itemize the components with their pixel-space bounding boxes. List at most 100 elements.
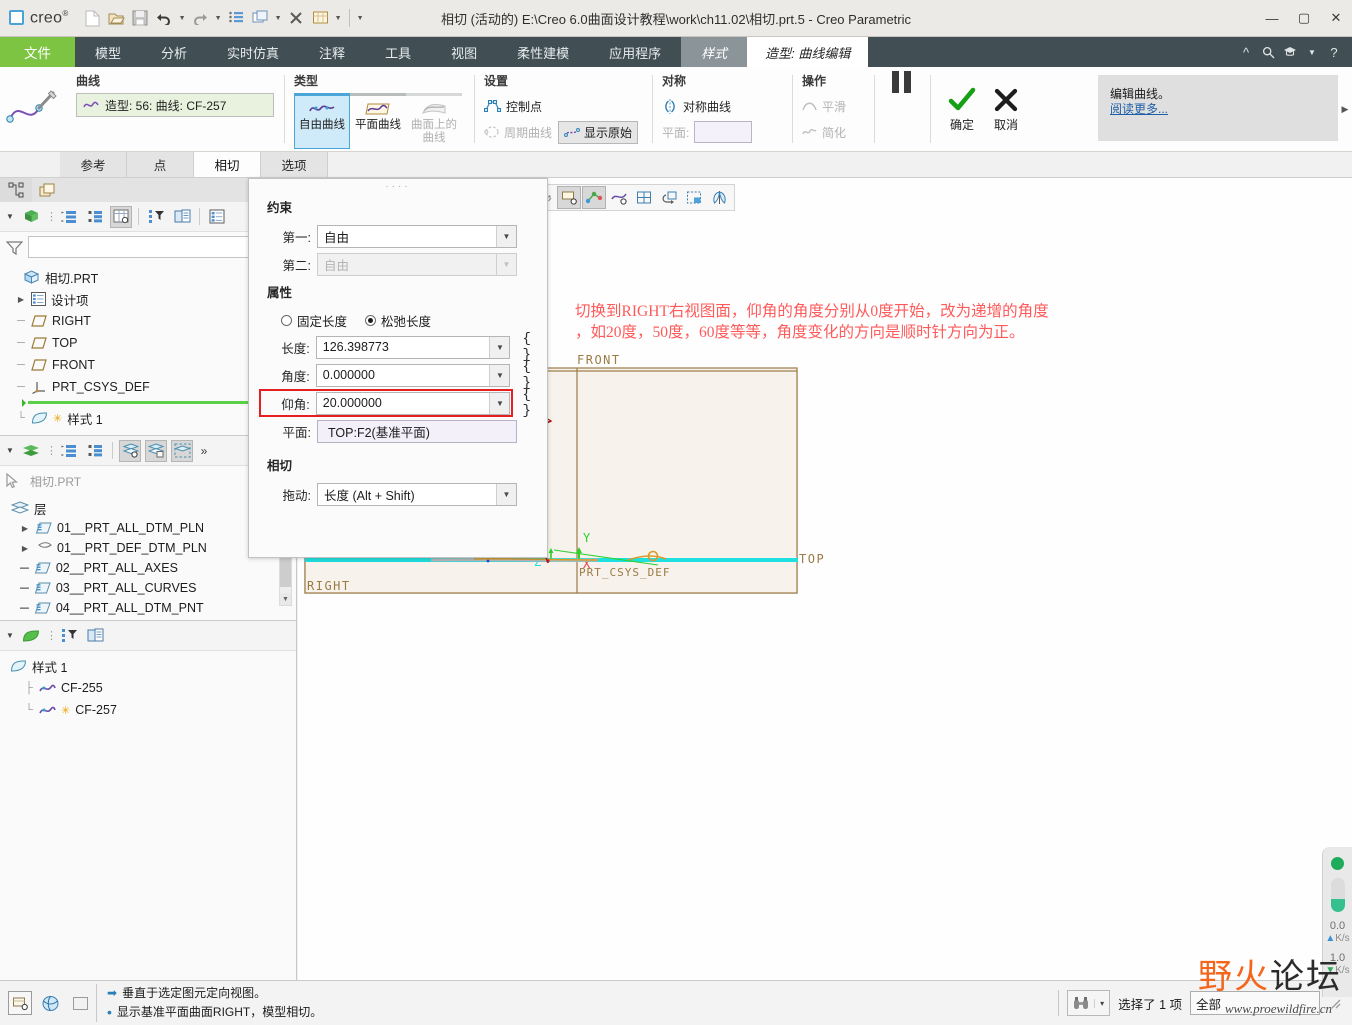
layers-icon[interactable]	[20, 440, 42, 462]
ok-button[interactable]: 确定	[940, 86, 984, 133]
grid-icon[interactable]	[632, 186, 656, 209]
layer-item[interactable]: ─ 02__PRT_ALL_AXES	[6, 558, 296, 578]
tab-model[interactable]: 模型	[75, 37, 141, 67]
tab-style[interactable]: 样式	[681, 37, 748, 67]
window-icon[interactable]	[249, 7, 272, 30]
elevation-braces-button[interactable]: { }	[522, 387, 547, 419]
tree-more-icon[interactable]: ⋮	[46, 210, 57, 223]
qat-overflow-chevron-icon[interactable]: ▼	[355, 7, 366, 30]
save-icon[interactable]	[129, 7, 152, 30]
tab-annotate[interactable]: 注释	[299, 37, 365, 67]
style-tree-item-cf257[interactable]: └ ✳ CF-257	[10, 699, 296, 721]
tangency-dialog[interactable]: ···· 约束 第一: 自由 ▼ 第二: 自由 ▼ 属性 固定长度 松弛长度 长…	[248, 178, 548, 558]
expand-list-icon[interactable]	[58, 440, 80, 462]
chevron-down-icon[interactable]: ▼	[489, 336, 510, 358]
help-read-more-link[interactable]: 阅读更多...	[1110, 100, 1168, 117]
scrollbar-down-arrow-icon[interactable]: ▼	[280, 593, 291, 605]
drag-select[interactable]: 长度 (Alt + Shift) ▼	[317, 482, 517, 506]
show-original-button[interactable]: 显示原始	[558, 120, 639, 144]
orient-mode-icon[interactable]	[657, 186, 681, 209]
layer-isolate-icon[interactable]	[145, 439, 167, 462]
search-icon[interactable]	[1258, 37, 1278, 67]
design-items-panel-icon[interactable]	[206, 206, 228, 228]
find-chevron-down-icon[interactable]: ▾	[1094, 998, 1109, 1008]
selection-filter-select[interactable]: 全部	[1190, 991, 1320, 1015]
section-icon[interactable]	[682, 186, 706, 209]
close-button[interactable]: ✕	[1320, 0, 1352, 37]
chevron-down-icon[interactable]: ▼	[489, 364, 510, 386]
tree-display-icon[interactable]	[171, 206, 193, 228]
chevron-down-icon[interactable]: ▼	[496, 225, 516, 247]
cancel-button[interactable]: 取消	[984, 86, 1028, 133]
dialog-tab-references[interactable]: 参考	[60, 152, 127, 177]
undo-chevron-down-icon[interactable]: ▼	[177, 7, 188, 30]
layer-settings-chevron-down-icon[interactable]: ▼	[4, 446, 16, 455]
tree-columns-icon[interactable]	[110, 205, 132, 228]
collapse-ribbon-icon[interactable]: ^	[1236, 37, 1256, 67]
tab-tools[interactable]: 工具	[365, 37, 431, 67]
graduation-chevron-down-icon[interactable]: ▼	[1302, 37, 1322, 67]
planar-curve-button[interactable]: 平面曲线	[350, 93, 406, 149]
redo-icon[interactable]	[189, 7, 212, 30]
redo-chevron-down-icon[interactable]: ▼	[213, 7, 224, 30]
style-icon[interactable]	[20, 625, 42, 647]
funnel-icon[interactable]	[6, 240, 23, 255]
tab-realtime-sim[interactable]: 实时仿真	[207, 37, 299, 67]
style-tree-item-cf255[interactable]: ├ CF-255	[10, 677, 296, 699]
filter-tree-icon[interactable]	[58, 625, 80, 647]
tree-display-icon[interactable]	[84, 625, 106, 647]
window-chevron-down-icon[interactable]: ▼	[273, 7, 284, 30]
style-settings-chevron-down-icon[interactable]: ▼	[4, 631, 16, 640]
tree-settings-chevron-down-icon[interactable]: ▼	[4, 212, 16, 221]
chevron-down-icon[interactable]: ▼	[489, 392, 510, 414]
fixed-length-radio[interactable]: 固定长度	[281, 311, 347, 330]
layer-item[interactable]: ─ 03__PRT_ALL_CURVES	[6, 578, 296, 598]
style-tree-root[interactable]: 样式 1	[10, 655, 296, 677]
layer-expander-chevron-right-icon[interactable]: ▶	[20, 524, 30, 533]
close-window-icon[interactable]	[285, 7, 308, 30]
dialog-drag-handle[interactable]: ····	[249, 179, 547, 193]
filter-tree-icon[interactable]	[145, 206, 167, 228]
graduation-icon[interactable]	[1280, 37, 1300, 67]
control-points-item[interactable]: 控制点	[484, 93, 644, 119]
find-button[interactable]: ▾	[1067, 990, 1111, 1016]
tab-view[interactable]: 视图	[431, 37, 497, 67]
elevation-input[interactable]: 20.000000 ▼	[315, 391, 511, 415]
chevron-down-icon[interactable]: ▼	[496, 483, 516, 505]
layer-expander-chevron-right-icon[interactable]: ▶	[20, 544, 30, 553]
spin-center-toggle-icon[interactable]	[38, 991, 62, 1015]
tab-analysis[interactable]: 分析	[141, 37, 207, 67]
first-constraint-select[interactable]: 自由 ▼	[317, 224, 517, 248]
free-curve-button[interactable]: 自由曲线	[294, 93, 350, 149]
annotation-display-icon[interactable]	[557, 186, 581, 209]
model-tree-tab[interactable]	[0, 178, 32, 202]
display-style-chevron-down-icon[interactable]: ▼	[333, 7, 344, 30]
layer-tree-tab[interactable]	[32, 178, 64, 202]
pause-button[interactable]	[888, 67, 916, 97]
dialog-tab-tangency[interactable]: 相切	[194, 152, 261, 177]
angle-input[interactable]: 0.000000 ▼	[315, 363, 511, 387]
symmetric-curve-item[interactable]: 对称曲线	[662, 93, 784, 119]
maximize-button[interactable]: ▢	[1288, 0, 1320, 37]
tab-file[interactable]: 文件	[0, 37, 75, 67]
dialog-tab-options[interactable]: 选项	[261, 152, 328, 177]
style-surface-icon[interactable]	[707, 186, 731, 209]
undo-icon[interactable]	[153, 7, 176, 30]
layer-select-icon[interactable]	[171, 439, 193, 462]
plane-input[interactable]: TOP:F2(基准平面)	[317, 419, 517, 443]
datum-display-toggle-icon[interactable]	[8, 991, 32, 1015]
spin-center-icon[interactable]	[582, 186, 606, 209]
open-file-icon[interactable]	[105, 7, 128, 30]
tab-applications[interactable]: 应用程序	[589, 37, 681, 67]
show-cube-icon[interactable]	[20, 206, 42, 228]
curve-selection-box[interactable]: 造型: 56: 曲线: CF-257	[76, 93, 274, 117]
layer-more-icon[interactable]: ⋮	[46, 444, 57, 457]
symmetry-plane-input[interactable]	[694, 121, 753, 143]
help-icon[interactable]: ?	[1324, 37, 1344, 67]
new-file-icon[interactable]	[81, 7, 104, 30]
regenerate-icon[interactable]	[225, 7, 248, 30]
display-style-icon[interactable]	[309, 7, 332, 30]
layer-item[interactable]: ─ 04__PRT_ALL_DTM_PNT	[6, 598, 296, 618]
expand-list-icon[interactable]	[58, 206, 80, 228]
layer-show-icon[interactable]	[119, 439, 141, 462]
